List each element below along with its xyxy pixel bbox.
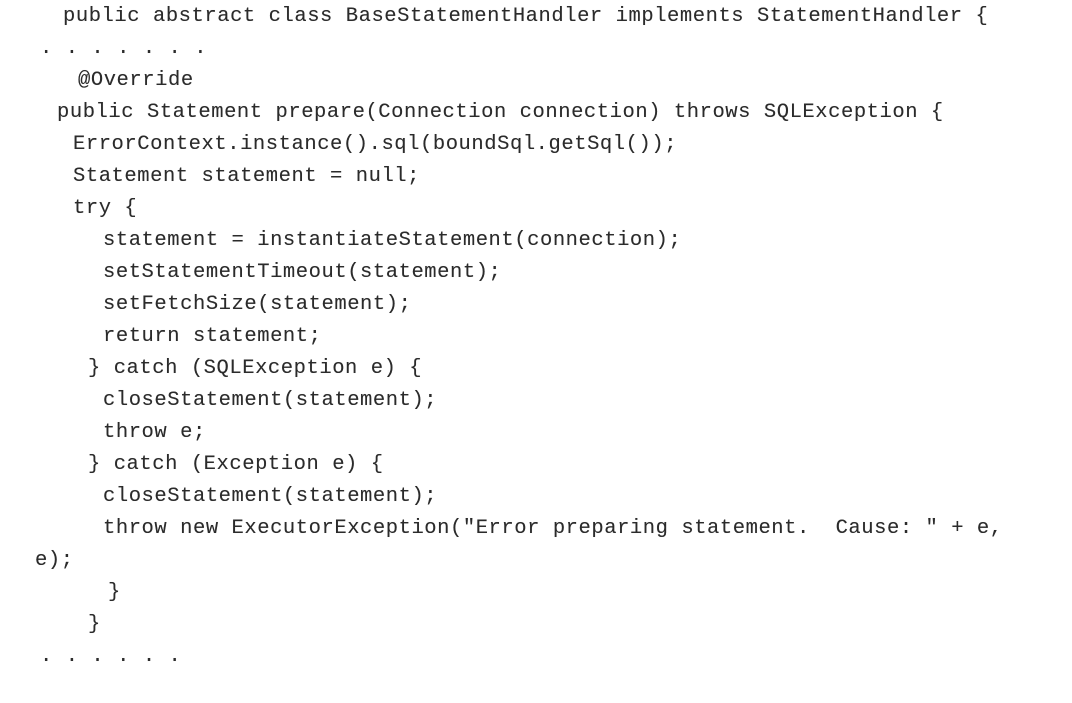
code-line: throw new ExecutorException("Error prepa…: [103, 517, 1003, 540]
code-line: closeStatement(statement);: [103, 485, 438, 508]
code-line: public abstract class BaseStatementHandl…: [63, 5, 989, 28]
code-line: setFetchSize(statement);: [103, 293, 412, 316]
code-line: } catch (SQLException e) {: [88, 357, 423, 380]
code-line: }: [108, 581, 121, 604]
code-listing: public abstract class BaseStatementHandl…: [0, 0, 1072, 703]
code-line: setStatementTimeout(statement);: [103, 261, 502, 284]
code-line: public Statement prepare(Connection conn…: [57, 101, 944, 124]
code-line: }: [88, 613, 101, 636]
code-line: } catch (Exception e) {: [88, 453, 384, 476]
code-line: statement = instantiateStatement(connect…: [103, 229, 682, 252]
code-line: e);: [35, 549, 74, 572]
code-line: return statement;: [103, 325, 322, 348]
code-line: try {: [73, 197, 138, 220]
code-line: Statement statement = null;: [73, 165, 421, 188]
code-line: . . . . . .: [40, 645, 182, 668]
code-line: ErrorContext.instance().sql(boundSql.get…: [73, 133, 678, 156]
code-line: closeStatement(statement);: [103, 389, 438, 412]
code-line: throw e;: [103, 421, 206, 444]
code-line: . . . . . . .: [40, 37, 208, 60]
code-line: @Override: [78, 69, 194, 92]
